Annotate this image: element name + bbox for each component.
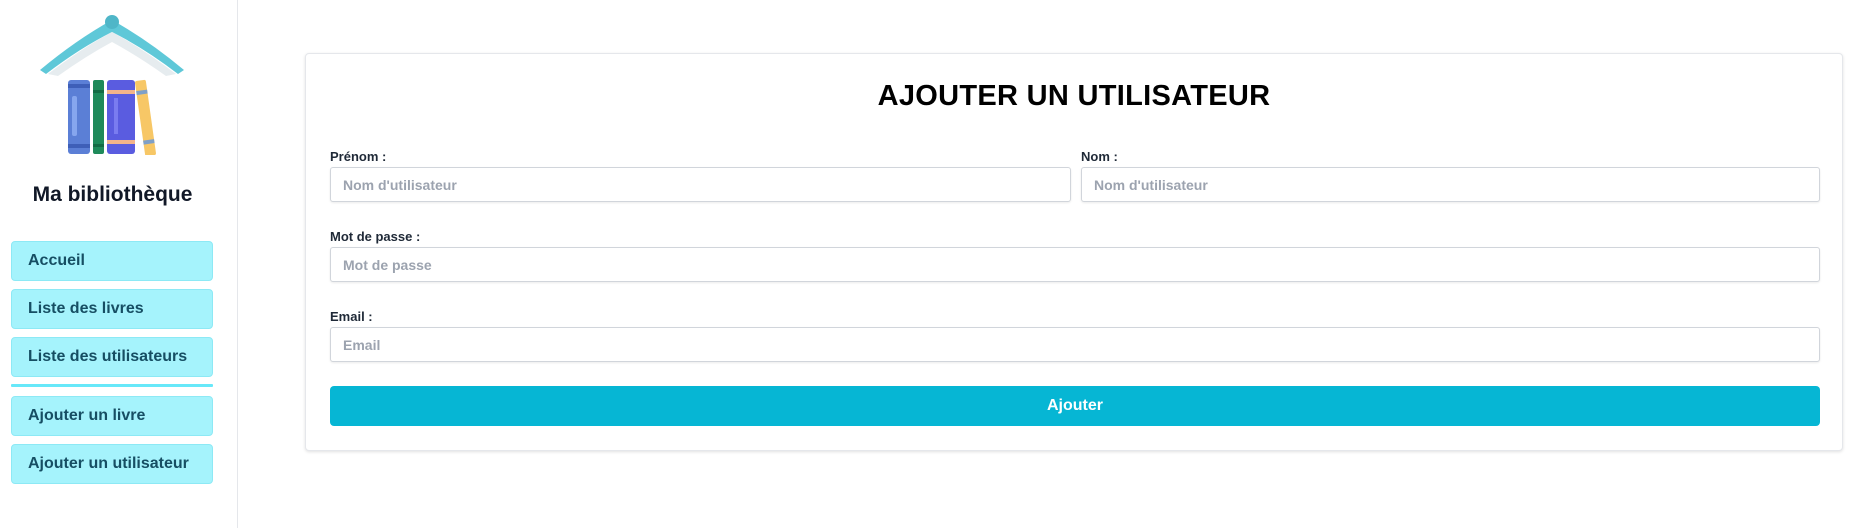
book-stack-logo-icon — [40, 15, 184, 155]
add-user-form: AJOUTER UN UTILISATEUR Prénom : Nom : Mo… — [305, 53, 1843, 451]
lastname-input[interactable] — [1081, 167, 1820, 202]
app: Ma bibliothèque Accueil Liste des livres… — [0, 0, 1871, 528]
sidebar-divider — [11, 384, 213, 387]
sidebar: Ma bibliothèque Accueil Liste des livres… — [0, 0, 238, 528]
password-label: Mot de passe : — [330, 229, 421, 244]
app-brand-title: Ma bibliothèque — [32, 183, 193, 206]
sidebar-item-ajouter-livre[interactable]: Ajouter un livre — [11, 396, 213, 436]
sidebar-nav: Accueil Liste des livres Liste des utili… — [11, 241, 213, 492]
email-input[interactable] — [330, 327, 1820, 362]
page-title: AJOUTER UN UTILISATEUR — [877, 80, 1271, 112]
sidebar-item-liste-utilisateurs[interactable]: Liste des utilisateurs — [11, 337, 213, 377]
sidebar-item-ajouter-utilisateur[interactable]: Ajouter un utilisateur — [11, 444, 213, 484]
lastname-label: Nom : — [1081, 149, 1118, 164]
email-label: Email : — [330, 309, 373, 324]
main-content: AJOUTER UN UTILISATEUR Prénom : Nom : Mo… — [238, 0, 1871, 528]
firstname-input[interactable] — [330, 167, 1071, 202]
firstname-label: Prénom : — [330, 149, 387, 164]
sidebar-item-accueil[interactable]: Accueil — [11, 241, 213, 281]
sidebar-item-liste-livres[interactable]: Liste des livres — [11, 289, 213, 329]
add-user-submit-button[interactable]: Ajouter — [330, 386, 1820, 426]
password-input[interactable] — [330, 247, 1820, 282]
